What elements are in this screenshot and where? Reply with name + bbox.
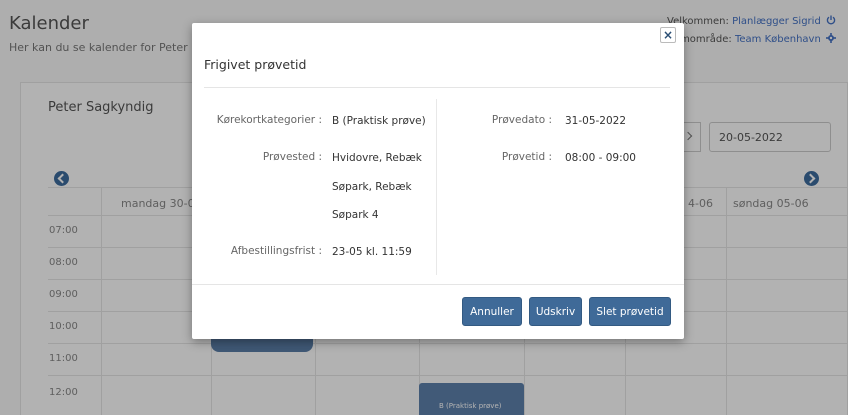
test-location-label: Prøvested : (262, 151, 322, 163)
license-category-label: Kørekortkategorier : (216, 114, 322, 126)
test-date-label: Prøvedato : (491, 114, 552, 126)
test-location-line-1: Hvidovre, Rebæk (332, 152, 422, 164)
delete-slot-button[interactable]: Slet prøvetid (589, 297, 671, 326)
released-slot-dialog: × Frigivet prøvetid Kørekortkategorier :… (192, 23, 684, 339)
divider (204, 87, 670, 88)
test-date-value: 31-05-2022 (565, 115, 627, 127)
cancellation-deadline-label: Afbestillingsfrist : (230, 245, 322, 257)
cancel-button[interactable]: Annuller (462, 297, 522, 326)
cancellation-deadline-value: 23-05 kl. 11:59 (332, 246, 412, 258)
test-time-value: 08:00 - 09:00 (565, 152, 636, 164)
test-location-line-3: Søpark 4 (332, 209, 379, 221)
close-icon[interactable]: × (660, 27, 676, 43)
modal-title: Frigivet prøvetid (204, 57, 307, 72)
divider (192, 284, 684, 285)
test-location-line-2: Søpark, Rebæk (332, 181, 412, 193)
divider (436, 99, 437, 275)
print-button[interactable]: Udskriv (529, 297, 582, 326)
test-time-label: Prøvetid : (501, 151, 552, 163)
license-category-value: B (Praktisk prøve) (332, 115, 426, 127)
